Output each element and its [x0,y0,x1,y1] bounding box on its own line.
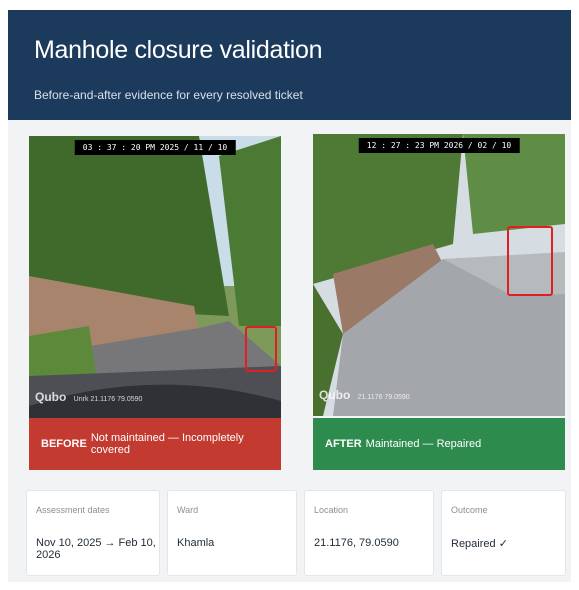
before-coords: Unrk 21.1176 79.0590 [73,396,143,403]
after-watermark: Qubo 21.1176 79.0590 [319,388,410,402]
after-tag: AFTER [325,438,362,450]
assessment-dates-card: Assessment dates Nov 10, 2025 → Feb 10, … [26,490,160,576]
after-status-band: AFTER Maintained — Repaired [313,418,565,470]
info-row: Assessment dates Nov 10, 2025 → Feb 10, … [26,490,566,576]
before-status-text: Not maintained — Incompletely covered [90,432,244,456]
before-status-band: BEFORE Not maintained — Incompletely cov… [29,418,281,470]
page-subtitle: Before-and-after evidence for every reso… [34,88,303,102]
before-timestamp: 03 : 37 : 20 PM 2025 / 11 / 10 [74,140,236,155]
location-card: Location 21.1176, 79.0590 [304,490,434,576]
after-photo: 12 : 27 : 23 PM 2026 / 02 / 10 Qubo 21.1… [313,134,565,416]
after-watermark-logo: Qubo [319,388,351,402]
after-timestamp: 12 : 27 : 23 PM 2026 / 02 / 10 [358,138,520,153]
after-card: 12 : 27 : 23 PM 2026 / 02 / 10 Qubo 21.1… [313,134,565,470]
outcome-card: Outcome Repaired ✓ [441,490,566,576]
after-coords: 21.1176 79.0590 [357,394,410,401]
comparison-panel: 03 : 37 : 20 PM 2025 / 11 / 10 Qubo Unrk… [8,120,571,582]
before-watermark: Qubo Unrk 21.1176 79.0590 [35,390,142,404]
before-manhole-highlight [245,326,277,372]
after-status-text: Maintained — Repaired [365,438,482,450]
assessment-dates-label: Assessment dates [36,505,110,515]
outcome-value: Repaired ✓ [451,538,508,550]
ward-card: Ward Khamla [167,490,297,576]
ward-label: Ward [177,505,199,515]
before-tag: BEFORE [41,438,87,450]
location-value: 21.1176, 79.0590 [314,537,399,549]
page-title: Manhole closure validation [34,36,323,64]
outcome-label: Outcome [451,505,488,515]
before-card: 03 : 37 : 20 PM 2025 / 11 / 10 Qubo Unrk… [29,136,281,470]
ward-value: Khamla [177,537,215,549]
assessment-dates-value: Nov 10, 2025 → Feb 10, 2026 [36,537,156,561]
before-street-scene [29,136,281,418]
after-manhole-highlight [507,226,553,296]
before-photo: 03 : 37 : 20 PM 2025 / 11 / 10 Qubo Unrk… [29,136,281,418]
location-label: Location [314,505,349,515]
before-watermark-logo: Qubo [35,390,67,404]
page-header: Manhole closure validation Before-and-af… [8,10,571,120]
